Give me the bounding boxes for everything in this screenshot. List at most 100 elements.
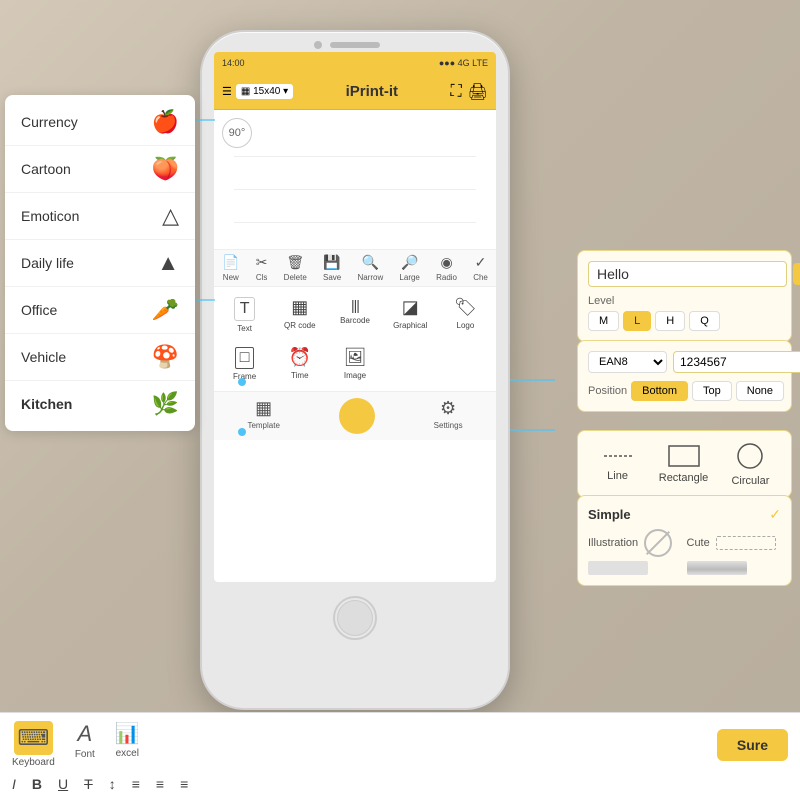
style-3d[interactable]: [687, 561, 782, 575]
rotate-button[interactable]: 90°: [222, 118, 252, 148]
tool-text[interactable]: T Text: [218, 291, 271, 339]
align-right-button[interactable]: ≡: [180, 776, 188, 792]
delete-label: Delete: [284, 273, 307, 282]
cartoon-icon: 🍑: [152, 156, 179, 182]
status-time: 14:00: [222, 58, 245, 68]
level-l-button[interactable]: L: [623, 311, 651, 331]
shape-options-row: Line Rectangle Circular: [588, 441, 781, 487]
print-icon[interactable]: 🖨: [468, 82, 488, 102]
text-tool-label: Text: [237, 324, 252, 333]
line-shape-icon: [600, 446, 636, 466]
tool-print[interactable]: 🖨: [339, 398, 375, 434]
toolbar-cls[interactable]: ✂ Cls: [256, 254, 268, 282]
category-item-dailylife[interactable]: Daily life ▲: [5, 240, 195, 287]
category-item-kitchen[interactable]: Kitchen 🌿: [5, 381, 195, 427]
font-tool[interactable]: A Font: [75, 721, 95, 768]
toolbar-radio[interactable]: ◉ Radio: [436, 254, 457, 282]
illustration-label: Illustration: [588, 537, 638, 549]
delete-icon: 🗑: [286, 254, 304, 271]
barcode-tool-label: Barcode: [340, 316, 370, 325]
level-m-button[interactable]: M: [588, 311, 619, 331]
level-q-button[interactable]: Q: [689, 311, 720, 331]
category-item-office[interactable]: Office 🥕: [5, 287, 195, 334]
circular-label: Circular: [731, 475, 769, 487]
style-check-icon: ✓: [769, 506, 781, 523]
text-input[interactable]: [588, 261, 787, 287]
keyboard-label: Keyboard: [12, 757, 55, 768]
cls-icon: ✂: [256, 254, 268, 271]
phone-screen: 14:00 ●●● 4G LTE ☰ ▦ 15x40 ▾ iPrint-it ⛶…: [214, 52, 496, 582]
large-icon: 🔎: [401, 254, 418, 271]
frame-tool-icon: □: [235, 347, 255, 369]
app-header: ☰ ▦ 15x40 ▾ iPrint-it ⛶ 🖨: [214, 74, 496, 110]
position-label: Position: [588, 385, 627, 397]
tool-time[interactable]: ⏰ Time: [273, 341, 326, 387]
toolbar-save[interactable]: 💾 Save: [323, 254, 341, 282]
bottom-tools: ▦ Template 🖨 ⚙ Settings: [214, 391, 496, 440]
time-tool-icon: ⏰: [289, 347, 311, 368]
spacing-button[interactable]: ↕: [109, 776, 116, 792]
underline-button[interactable]: U: [58, 776, 68, 792]
large-label: Large: [399, 273, 419, 282]
tool-image[interactable]: 🖼 Image: [328, 341, 381, 387]
graphical-tool-label: Graphical: [393, 321, 427, 330]
barcode-tool-icon: |||: [351, 297, 359, 313]
toolbar-check[interactable]: ✓ Che: [473, 254, 488, 282]
font-icon: A: [77, 721, 92, 747]
toolbar-delete[interactable]: 🗑 Delete: [284, 254, 307, 282]
rectangle-label: Rectangle: [659, 472, 709, 484]
toolbar-large[interactable]: 🔎 Large: [399, 254, 419, 282]
expand-icon[interactable]: ⛶: [450, 83, 461, 101]
home-button[interactable]: [333, 596, 377, 640]
position-bottom-button[interactable]: Bottom: [631, 381, 688, 401]
shape-panel: Line Rectangle Circular: [577, 430, 792, 498]
position-top-button[interactable]: Top: [692, 381, 732, 401]
connector-dot-2: [238, 428, 246, 436]
category-item-emoticon[interactable]: Emoticon △: [5, 193, 195, 240]
style-illustration[interactable]: Illustration: [588, 529, 683, 557]
kitchen-icon: 🌿: [152, 391, 179, 417]
align-center-button[interactable]: ≡: [156, 776, 164, 792]
tool-barcode[interactable]: ||| Barcode: [328, 291, 381, 339]
category-item-vehicle[interactable]: Vehicle 🍄: [5, 334, 195, 381]
excel-tool[interactable]: 📊 excel: [115, 721, 140, 768]
level-h-button[interactable]: H: [655, 311, 685, 331]
position-none-button[interactable]: None: [736, 381, 784, 401]
template-icon: ▦: [255, 398, 272, 419]
keyboard-tool[interactable]: ⌨ Keyboard: [12, 721, 55, 768]
strikethrough-button[interactable]: T: [84, 776, 93, 792]
cls-label: Cls: [256, 273, 268, 282]
tool-qrcode[interactable]: ▦ QR code: [273, 291, 326, 339]
tool-graphical[interactable]: ◪ Graphical: [384, 291, 437, 339]
bold-button[interactable]: B: [32, 776, 42, 792]
cute-label: Cute: [687, 537, 710, 549]
tool-template[interactable]: ▦ Template: [247, 398, 279, 434]
toolbar-narrow[interactable]: 🔍 Narrow: [357, 254, 383, 282]
connector-dot-1: [238, 378, 246, 386]
italic-button[interactable]: I: [12, 776, 16, 792]
tool-settings[interactable]: ⚙ Settings: [434, 398, 463, 434]
solid-preview: [588, 561, 648, 575]
canvas-line-3: [234, 222, 476, 223]
size-selector[interactable]: ▦ 15x40 ▾: [236, 84, 293, 99]
category-item-currency[interactable]: Currency 🍎: [5, 99, 195, 146]
style-cute[interactable]: Cute: [687, 529, 782, 557]
toolbar-new[interactable]: 📄 New: [222, 254, 239, 282]
canvas-line-2: [234, 189, 476, 190]
barcode-format-select[interactable]: EAN8 EAN13 CODE39: [588, 351, 667, 373]
new-icon: 📄: [222, 254, 239, 271]
tool-logo[interactable]: 🏷 Logo: [439, 291, 492, 339]
phone-wrapper: 14:00 ●●● 4G LTE ☰ ▦ 15x40 ▾ iPrint-it ⛶…: [200, 30, 510, 710]
keyboard-sure-button[interactable]: Sure: [717, 729, 788, 761]
menu-icon[interactable]: ☰: [222, 85, 232, 98]
barcode-value-input[interactable]: [673, 351, 800, 373]
shape-line[interactable]: Line: [600, 446, 636, 482]
style-solid[interactable]: [588, 561, 683, 575]
text-sure-button[interactable]: Sure: [793, 263, 800, 285]
align-left-button[interactable]: ≡: [132, 776, 140, 792]
dailylife-icon: ▲: [157, 250, 179, 276]
shape-circular[interactable]: Circular: [731, 441, 769, 487]
category-item-cartoon[interactable]: Cartoon 🍑: [5, 146, 195, 193]
logo-tool-icon: 🏷: [454, 297, 477, 318]
shape-rectangle[interactable]: Rectangle: [659, 444, 709, 484]
